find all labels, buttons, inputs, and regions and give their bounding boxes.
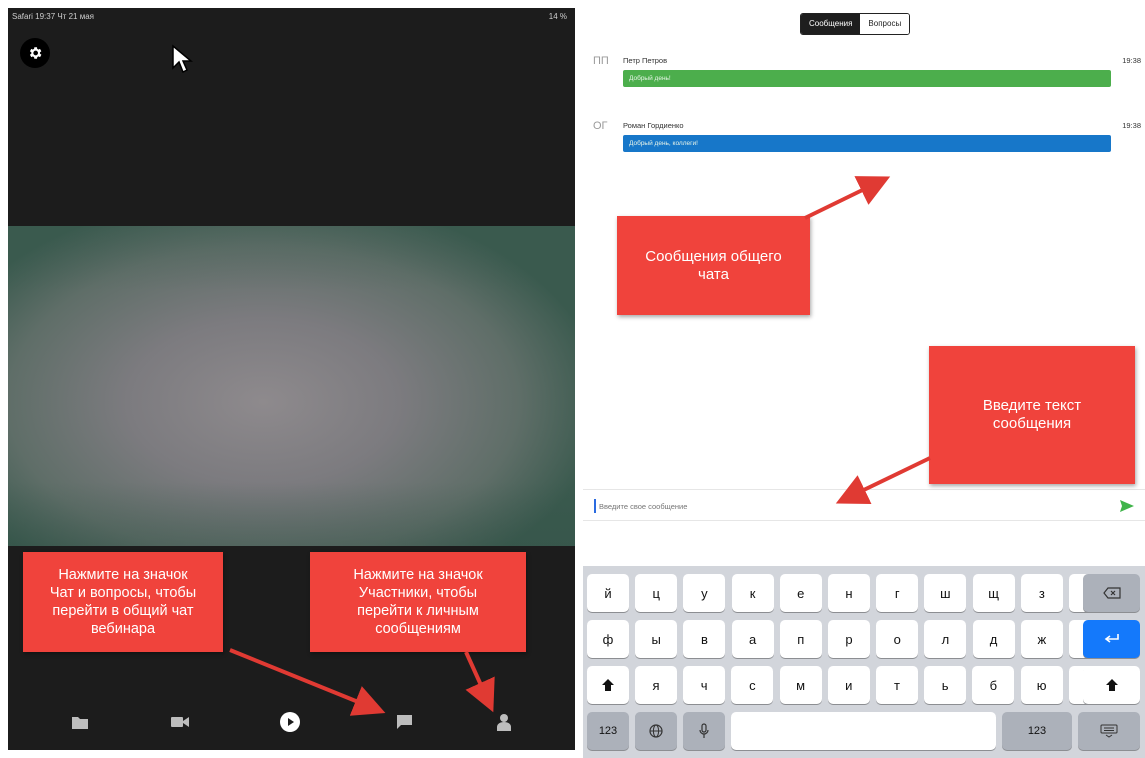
- key-й[interactable]: й: [587, 574, 629, 612]
- key-д[interactable]: д: [972, 620, 1015, 658]
- keyboard-row-1: йцукенгшщзх: [583, 574, 1145, 612]
- key-ы[interactable]: ы: [635, 620, 678, 658]
- camera-button[interactable]: [168, 710, 192, 734]
- key-у[interactable]: у: [683, 574, 726, 612]
- key-м[interactable]: м: [779, 666, 822, 704]
- message-time: 19:38: [1122, 56, 1141, 65]
- message-bubble: Добрый день!: [623, 70, 1111, 87]
- files-button[interactable]: [68, 710, 92, 734]
- callout-general-chat: Сообщения общего чата: [617, 216, 810, 315]
- keyboard-row-3: ячсмитьбюъ: [583, 666, 1145, 704]
- microphone-icon: [699, 723, 709, 738]
- key-с[interactable]: с: [731, 666, 774, 704]
- key-а[interactable]: а: [731, 620, 774, 658]
- key-п[interactable]: п: [779, 620, 822, 658]
- key-я[interactable]: я: [635, 666, 677, 704]
- key-ш[interactable]: ш: [924, 574, 967, 612]
- message-bubble: Добрый день, коллеги!: [623, 135, 1111, 152]
- message-author: Роман Гордиенко: [623, 121, 684, 130]
- tab-questions[interactable]: Вопросы: [860, 14, 910, 34]
- key-к[interactable]: к: [731, 574, 774, 612]
- onscreen-keyboard: йцукенгшщзх фывапролджэ ячсмитьбюъ 123 1…: [583, 566, 1145, 758]
- key-ь[interactable]: ь: [924, 666, 967, 704]
- cursor-arrow-icon: [172, 44, 193, 74]
- folder-icon: [72, 717, 88, 729]
- message-input[interactable]: [599, 496, 1099, 516]
- status-left: Safari 19:37 Чт 21 мая: [12, 12, 94, 21]
- hide-keyboard-key[interactable]: [1078, 712, 1140, 750]
- callout-chat: Нажмите на значок Чат и вопросы, чтобы п…: [23, 552, 223, 652]
- chat-bubble-icon: [396, 715, 412, 729]
- shift-key-right[interactable]: [1083, 666, 1140, 704]
- key-л[interactable]: л: [924, 620, 967, 658]
- key-е[interactable]: е: [779, 574, 822, 612]
- key-б[interactable]: б: [972, 666, 1015, 704]
- key-в[interactable]: в: [683, 620, 726, 658]
- keyboard-row-4: 123 123: [583, 712, 1145, 750]
- play-icon: [280, 712, 300, 732]
- bottom-toolbar: [8, 702, 575, 742]
- person-icon: [497, 714, 511, 731]
- shift-arrow-icon: [1105, 679, 1118, 691]
- send-arrow-icon[interactable]: [1119, 498, 1135, 514]
- settings-button[interactable]: [20, 38, 50, 68]
- globe-icon: [649, 724, 663, 738]
- message-author: Петр Петров: [623, 56, 668, 65]
- avatar: ПП: [593, 55, 609, 67]
- chat-tabs: Сообщения Вопросы: [800, 13, 911, 35]
- return-key[interactable]: [1083, 620, 1140, 658]
- numbers-key-right[interactable]: 123: [1002, 712, 1072, 750]
- key-з[interactable]: з: [1020, 574, 1063, 612]
- video-camera-icon: [171, 717, 189, 727]
- key-т[interactable]: т: [876, 666, 918, 704]
- tab-messages[interactable]: Сообщения: [801, 14, 861, 34]
- key-ж[interactable]: ж: [1020, 620, 1063, 658]
- shift-arrow-icon: [602, 679, 614, 691]
- key-ю[interactable]: ю: [1020, 666, 1063, 704]
- numbers-key[interactable]: 123: [587, 712, 629, 750]
- avatar: ОГ: [593, 120, 608, 132]
- video-feed[interactable]: [8, 226, 575, 546]
- key-щ[interactable]: щ: [972, 574, 1015, 612]
- message-input-row: [583, 489, 1145, 521]
- return-icon: [1104, 634, 1119, 643]
- microphone-key[interactable]: [683, 712, 725, 750]
- space-key[interactable]: [731, 712, 996, 750]
- shift-key-left[interactable]: [587, 666, 629, 704]
- play-button[interactable]: [278, 710, 302, 734]
- battery-status: 14 %: [548, 12, 567, 21]
- key-ч[interactable]: ч: [683, 666, 726, 704]
- participants-button[interactable]: [492, 710, 516, 734]
- keyboard-hide-icon: [1100, 724, 1118, 738]
- backspace-icon: [1102, 587, 1121, 599]
- key-ф[interactable]: ф: [587, 620, 629, 658]
- status-bar: Safari 19:37 Чт 21 мая 14 %: [8, 8, 575, 26]
- callout-participants: Нажмите на значок Участники, чтобы перей…: [310, 552, 526, 652]
- text-caret: [594, 499, 596, 513]
- key-н[interactable]: н: [828, 574, 870, 612]
- key-и[interactable]: и: [827, 666, 870, 704]
- key-г[interactable]: г: [876, 574, 919, 612]
- keyboard-row-2: фывапролджэ: [583, 620, 1145, 658]
- key-ц[interactable]: ц: [635, 574, 678, 612]
- message-time: 19:38: [1122, 121, 1141, 130]
- backspace-key[interactable]: [1083, 574, 1140, 612]
- gear-icon: [29, 47, 42, 59]
- globe-key[interactable]: [635, 712, 677, 750]
- key-р[interactable]: р: [828, 620, 870, 658]
- screenshot-stage: Safari 19:37 Чт 21 мая 14 % Сообщения Во…: [0, 0, 1145, 758]
- callout-enter-text: Введите текст сообщения: [929, 346, 1135, 484]
- chat-button[interactable]: [392, 710, 416, 734]
- key-о[interactable]: о: [876, 620, 919, 658]
